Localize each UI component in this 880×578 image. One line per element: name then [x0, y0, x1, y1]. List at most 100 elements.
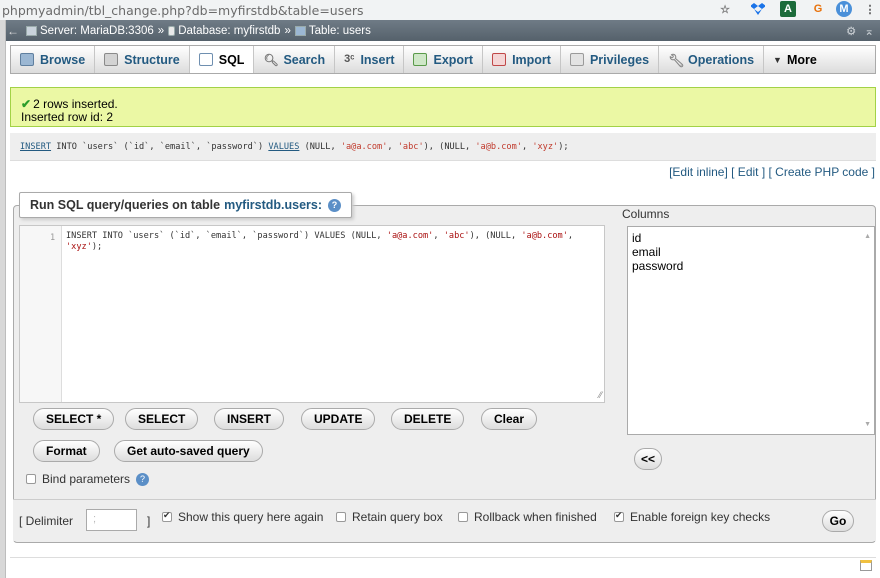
server-icon — [26, 25, 37, 36]
clear-button[interactable]: Clear — [481, 408, 538, 430]
bind-parameters-option[interactable]: Bind parameters ? — [26, 472, 150, 486]
browse-icon — [20, 53, 34, 66]
breadcrumb-separator: » — [284, 24, 291, 37]
breadcrumb-database[interactable]: Database: myfirstdb — [168, 25, 280, 37]
sql-editor[interactable]: 1 INSERT INTO `users` (`id`, `email`, `p… — [19, 225, 605, 403]
tab-import[interactable]: Import — [483, 46, 561, 73]
breadcrumb-table[interactable]: Table: users — [294, 25, 371, 37]
console-toggle-icon[interactable] — [860, 560, 872, 571]
select-button[interactable]: SELECT — [125, 408, 199, 430]
help-icon[interactable]: ? — [328, 198, 342, 212]
select-star-button[interactable]: SELECT * — [33, 408, 115, 430]
delimiter-input[interactable]: ; — [86, 509, 137, 531]
insert-button[interactable]: INSERT — [214, 408, 285, 430]
create-php-code-link[interactable]: [ Create PHP code ] — [769, 165, 876, 179]
edit-link[interactable]: [ Edit ] — [731, 165, 765, 179]
tab-browse[interactable]: Browse — [11, 46, 96, 73]
tab-more-label: More — [786, 52, 817, 67]
bind-parameters-checkbox[interactable] — [26, 474, 36, 484]
collapse-top-icon[interactable]: ⌅ — [864, 24, 874, 38]
success-check-icon: ✔ — [21, 97, 32, 111]
delimiter-close: ] — [147, 514, 151, 528]
code-string: 'xyz' — [66, 242, 92, 252]
privileges-icon — [569, 53, 584, 66]
foreign-key-checks-checkbox[interactable] — [614, 510, 624, 522]
rollback-checkbox[interactable] — [458, 512, 468, 522]
dropbox-extension-icon[interactable] — [750, 1, 766, 17]
settings-gear-icon[interactable]: ⚙ — [846, 24, 856, 38]
extension-g-icon[interactable]: G — [810, 1, 826, 17]
query-text: INTO `users` (`id`, `email`, `password`) — [51, 142, 269, 152]
collapse-arrow-icon[interactable]: ← — [6, 24, 20, 38]
query-text: ), (NULL, — [423, 142, 476, 152]
query-string: 'xyz' — [532, 142, 559, 152]
tab-privileges-label: Privileges — [589, 52, 650, 67]
tab-insert-label: Insert — [360, 52, 395, 67]
legend-text: Run SQL query/queries on table — [30, 198, 221, 212]
tab-privileges[interactable]: Privileges — [561, 46, 660, 73]
foreign-key-checks-option[interactable]: Enable foreign key checks — [614, 510, 770, 524]
tab-operations[interactable]: 🔧︎ Operations — [659, 46, 765, 73]
rollback-option[interactable]: Rollback when finished — [458, 510, 597, 524]
get-auto-saved-query-button[interactable]: Get auto-saved query — [114, 440, 263, 462]
operations-icon: 🔧︎ — [668, 53, 685, 68]
tab-search[interactable]: 🔍︎ Search — [254, 46, 336, 73]
editor-gutter — [20, 226, 62, 402]
update-button[interactable]: UPDATE — [301, 408, 376, 430]
profile-avatar[interactable]: M — [836, 1, 852, 17]
code-string: 'abc' — [443, 231, 470, 241]
executed-query: INSERT INTO `users` (`id`, `email`, `pas… — [10, 133, 876, 161]
browser-menu-icon[interactable]: ⋮ — [862, 1, 878, 17]
sql-editor-code[interactable]: INSERT INTO `users` (`id`, `email`, `pas… — [66, 231, 596, 253]
query-text: (NULL, — [299, 142, 341, 152]
resize-handle-icon[interactable]: ⁄⁄ — [599, 390, 602, 400]
insert-column-button[interactable]: << — [634, 448, 662, 470]
go-button[interactable]: Go — [822, 510, 854, 532]
column-option[interactable]: id — [632, 231, 870, 245]
legend-table-link[interactable]: myfirstdb.users: — [224, 198, 322, 212]
code-string: 'a@b.com' — [521, 231, 568, 241]
tab-more[interactable]: ▼ More — [764, 46, 826, 73]
retain-query-box-option[interactable]: Retain query box — [336, 510, 443, 524]
tab-operations-label: Operations — [688, 52, 755, 67]
tab-sql-label: SQL — [218, 52, 245, 67]
rows-inserted-text: 2 rows inserted. — [33, 97, 118, 111]
query-options-row: [ Delimiter ] Show this query here again… — [13, 499, 876, 541]
line-number: 1 — [50, 233, 56, 243]
tab-structure[interactable]: Structure — [95, 46, 190, 73]
show-query-option[interactable]: Show this query here again — [162, 510, 323, 524]
sql-keyword-insert[interactable]: INSERT — [20, 142, 51, 152]
breadcrumb-server-label[interactable]: Server: MariaDB:3306 — [40, 25, 154, 37]
extension-a-icon[interactable]: A — [780, 1, 796, 17]
column-option[interactable]: password — [632, 259, 870, 273]
scroll-down-icon[interactable]: ▼ — [864, 421, 871, 428]
browser-address-bar[interactable]: phpmyadmin/tbl_change.php?db=myfirstdb&t… — [0, 0, 880, 20]
bind-parameters-label: Bind parameters — [42, 472, 131, 486]
column-option[interactable]: email — [632, 245, 870, 259]
database-icon — [168, 25, 176, 36]
query-links: [Edit inline] [ Edit ] [ Create PHP code… — [669, 165, 875, 179]
foreign-key-checks-label: Enable foreign key checks — [630, 510, 771, 524]
tab-export[interactable]: Export — [404, 46, 484, 73]
scroll-up-icon[interactable]: ▲ — [864, 233, 871, 240]
tab-insert[interactable]: 3ᶜ Insert — [335, 46, 405, 73]
url-text[interactable]: phpmyadmin/tbl_change.php?db=myfirstdb&t… — [2, 3, 364, 18]
navigation-frame-edge[interactable] — [0, 20, 6, 578]
structure-icon — [104, 53, 119, 66]
show-query-checkbox[interactable] — [162, 510, 172, 522]
help-icon[interactable]: ? — [136, 472, 150, 486]
delete-button[interactable]: DELETE — [391, 408, 465, 430]
breadcrumb-server[interactable]: Server: MariaDB:3306 — [26, 25, 154, 37]
sql-keyword-values[interactable]: VALUES — [268, 142, 299, 152]
edit-inline-link[interactable]: [Edit inline] — [669, 165, 728, 179]
footer-divider — [10, 557, 876, 558]
tab-browse-label: Browse — [40, 52, 86, 67]
bookmark-star-icon[interactable]: ☆ — [717, 1, 733, 17]
retain-query-box-checkbox[interactable] — [336, 512, 346, 522]
tab-sql[interactable]: SQL — [189, 46, 255, 73]
search-icon: 🔍︎ — [263, 53, 279, 67]
breadcrumb-database-label[interactable]: Database: myfirstdb — [178, 25, 280, 37]
format-button[interactable]: Format — [33, 440, 100, 462]
breadcrumb-table-label[interactable]: Table: users — [309, 25, 371, 37]
columns-listbox[interactable]: id email password ▲ ▼ — [627, 226, 875, 435]
